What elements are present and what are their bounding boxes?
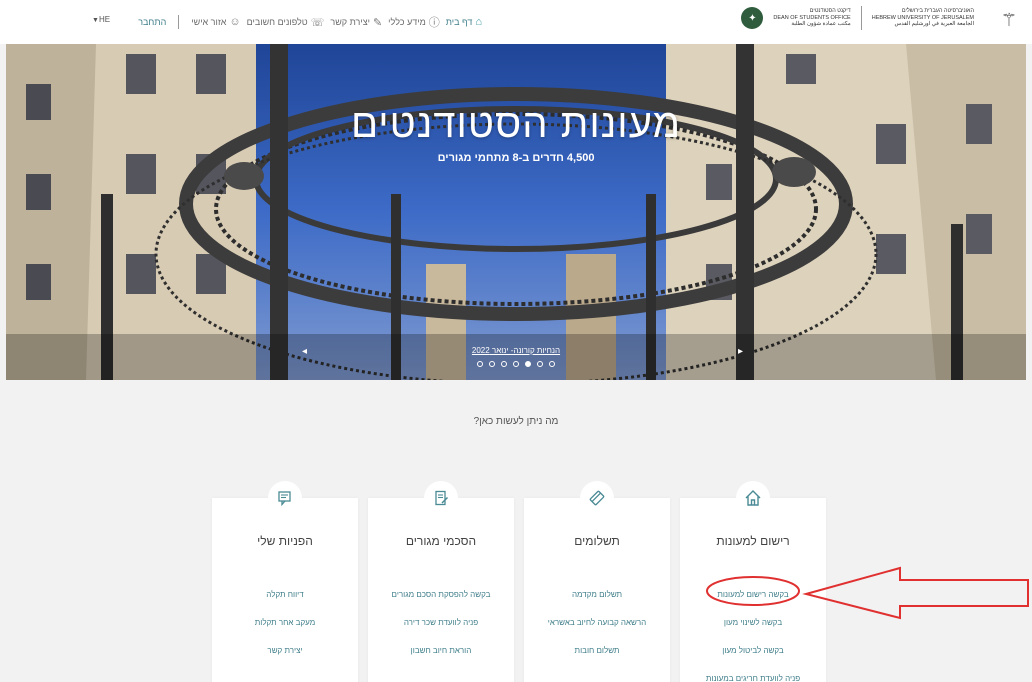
nav-personal-area-label: אזור אישי <box>191 17 227 27</box>
carousel-next-icon[interactable]: ▸ <box>738 346 743 357</box>
nav-general-info-label: מידע כללי <box>388 17 426 27</box>
track-faults-link[interactable]: מעקב אחר תקלות <box>212 616 358 644</box>
card-dorm-registration: רישום למעונות בקשה רישום למעונות בקשה לש… <box>680 481 826 682</box>
card-title: רישום למעונות <box>716 534 790 548</box>
nav-home[interactable]: ⌂ דף בית <box>446 16 482 28</box>
card-links: דיווח תקלה מעקב אחר תקלות יצירת קשר <box>212 588 358 672</box>
info-icon: ⓘ <box>428 17 440 29</box>
carousel-dot[interactable] <box>549 361 555 367</box>
carousel-dot[interactable] <box>537 361 543 367</box>
login-label: התחבר <box>138 17 167 27</box>
university-logo-text[interactable]: האוניברסיטה העברית בירושלים HEBREW UNIVE… <box>872 8 974 28</box>
credit-card-icon <box>580 481 614 515</box>
advance-payment-link[interactable]: תשלום מקדמה <box>524 588 670 616</box>
logos: ✦ דיקנט הסטודנטים DEAN OF STUDENTS OFFIC… <box>741 6 974 30</box>
nav-contact-label: יצירת קשר <box>330 17 370 27</box>
house-icon <box>736 481 770 515</box>
card-title: הסכמי מגורים <box>405 534 477 548</box>
carousel-dot[interactable] <box>477 361 483 367</box>
dean-office-logo-text: דיקנט הסטודנטים DEAN OF STUDENTS OFFICE … <box>773 8 850 28</box>
language-label: HE <box>98 15 111 24</box>
card-links: בקשה להפסקת הסכם מגורים פניה לוועדת שכר … <box>368 588 514 672</box>
carousel-dot[interactable] <box>513 361 519 367</box>
credit-standing-order-link[interactable]: הרשאה קבועה לחיוב באשראי <box>524 616 670 644</box>
debt-payment-link[interactable]: תשלום חובות <box>524 644 670 672</box>
exceptions-committee-link[interactable]: פניה לוועדת חריגים במעונות <box>680 672 826 682</box>
card-links: בקשה רישום למעונות בקשה לשינוי מעון בקשה… <box>680 588 826 682</box>
contact-us-link[interactable]: יצירת קשר <box>212 644 358 672</box>
dorm-change-request-link[interactable]: בקשה לשינוי מעון <box>680 616 826 644</box>
nav-home-label: דף בית <box>445 17 473 27</box>
personal-area-icon: ☺ <box>229 16 241 28</box>
chat-icon <box>268 481 302 515</box>
hero-subtitle: 4,500 חדרים ב-8 מתחמי מגורים <box>437 152 595 164</box>
card-my-requests: הפניות שלי דיווח תקלה מעקב אחר תקלות יצי… <box>212 481 358 682</box>
carousel-indicators <box>6 361 1026 367</box>
logo-divider <box>860 6 862 30</box>
report-fault-link[interactable]: דיווח תקלה <box>212 588 358 616</box>
contract-icon <box>424 481 458 515</box>
nav-divider <box>178 15 180 29</box>
card-title: תשלומים <box>574 534 620 548</box>
section-question: מה ניתן לעשות כאן? <box>473 416 559 427</box>
carousel-dot-active[interactable] <box>525 361 531 367</box>
annotation-arrow <box>802 566 1029 620</box>
dean-office-emblem-icon[interactable]: ✦ <box>741 7 764 29</box>
nav-personal-area[interactable]: ☺ אזור אישי <box>191 16 240 28</box>
contact-icon: ✎ <box>372 16 383 29</box>
terminate-agreement-link[interactable]: בקשה להפסקת הסכם מגורים <box>368 588 514 616</box>
hero-carousel: מעונות הסטודנטים 4,500 חדרים ב-8 מתחמי מ… <box>6 44 1026 380</box>
direct-debit-link[interactable]: הוראת חיוב חשבון <box>368 644 514 672</box>
dorm-cancel-request-link[interactable]: בקשה לביטול מעון <box>680 644 826 672</box>
card-links: תשלום מקדמה הרשאה קבועה לחיוב באשראי תשל… <box>524 588 670 672</box>
caret-down-icon: ▼ <box>92 17 99 24</box>
hero-title: מעונות הסטודנטים <box>350 102 682 146</box>
nav-important-phones-label: טלפונים חשובים <box>246 17 308 27</box>
phone-book-icon: ☏ <box>310 16 325 29</box>
dean-office-name-ar: مكتب عمادة شؤون الطلبة <box>791 21 851 28</box>
rent-committee-link[interactable]: פניה לוועדת שכר דירה <box>368 616 514 644</box>
nav-important-phones[interactable]: ☏ טלפונים חשובים <box>247 16 325 29</box>
carousel-dot[interactable] <box>489 361 495 367</box>
nav-contact[interactable]: ✎ יצירת קשר <box>330 16 382 29</box>
dorm-registration-request-link[interactable]: בקשה רישום למעונות <box>680 588 826 616</box>
language-selector[interactable]: ▼HE <box>92 15 110 24</box>
carousel-dot[interactable] <box>501 361 507 367</box>
card-title: הפניות שלי <box>257 534 313 548</box>
top-navigation: ⌂ דף בית ⓘ מידע כללי ✎ יצירת קשר ☏ טלפונ… <box>138 12 482 32</box>
slide-caption-link[interactable]: הנחיות קורונה- ינואר 2022 <box>6 346 1026 355</box>
hero-background-image <box>6 44 1026 380</box>
home-icon: ⌂ <box>475 16 482 28</box>
site-header: ▼HE ⌂ דף בית ⓘ מידע כללי ✎ יצירת קשר ☏ ט… <box>0 0 1032 44</box>
university-emblem-icon[interactable]: ⚚ <box>1001 10 1017 31</box>
nav-general-info[interactable]: ⓘ מידע כללי <box>388 14 440 30</box>
card-payments: תשלומים תשלום מקדמה הרשאה קבועה לחיוב בא… <box>524 481 670 682</box>
university-name-ar: الجامعة العبرية في اورشليم القدس <box>894 21 974 28</box>
login-link[interactable]: התחבר <box>138 17 166 27</box>
card-housing-agreements: הסכמי מגורים בקשה להפסקת הסכם מגורים פני… <box>368 481 514 682</box>
